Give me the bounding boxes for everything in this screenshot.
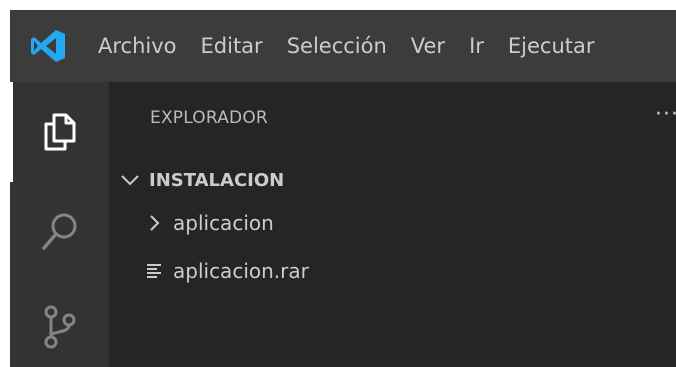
tree-item-label: aplicacion: [173, 211, 274, 235]
title-bar: Archivo Editar Selección Ver Ir Ejecutar: [10, 10, 676, 82]
menu-editar[interactable]: Editar: [201, 34, 263, 58]
search-icon: [41, 213, 76, 250]
sidebar-title: EXPLORADOR: [150, 108, 268, 128]
tree-item-aplicacion-rar[interactable]: aplicacion.rar: [109, 254, 309, 288]
explorer-icon: [44, 113, 75, 151]
workspace-folder-header[interactable]: INSTALACION: [109, 164, 284, 196]
explorer-sidebar: EXPLORADOR ··· INSTALACION aplicacion ap…: [109, 82, 676, 367]
activity-bar: [10, 82, 109, 367]
activity-source-control[interactable]: [10, 287, 109, 367]
more-actions-button[interactable]: ···: [655, 102, 676, 127]
activity-explorer[interactable]: [10, 92, 109, 172]
file-lines-icon: [147, 264, 161, 278]
menu-ejecutar[interactable]: Ejecutar: [508, 34, 595, 58]
tree-item-aplicacion-folder[interactable]: aplicacion: [109, 206, 274, 240]
tree-item-label: aplicacion.rar: [173, 259, 309, 283]
menu-archivo[interactable]: Archivo: [98, 34, 177, 58]
menu-bar: Archivo Editar Selección Ver Ir Ejecutar: [98, 10, 619, 82]
menu-ir[interactable]: Ir: [469, 34, 484, 58]
chevron-down-icon: [121, 175, 139, 186]
workspace-folder-name: INSTALACION: [149, 169, 285, 191]
activity-search[interactable]: [10, 192, 109, 272]
vscode-window: Archivo Editar Selección Ver Ir Ejecutar: [0, 0, 676, 367]
chevron-right-icon: [150, 215, 160, 231]
menu-seleccion[interactable]: Selección: [287, 34, 387, 58]
menu-ver[interactable]: Ver: [411, 34, 445, 58]
source-control-icon: [44, 305, 75, 349]
vscode-logo-icon: [31, 30, 65, 62]
